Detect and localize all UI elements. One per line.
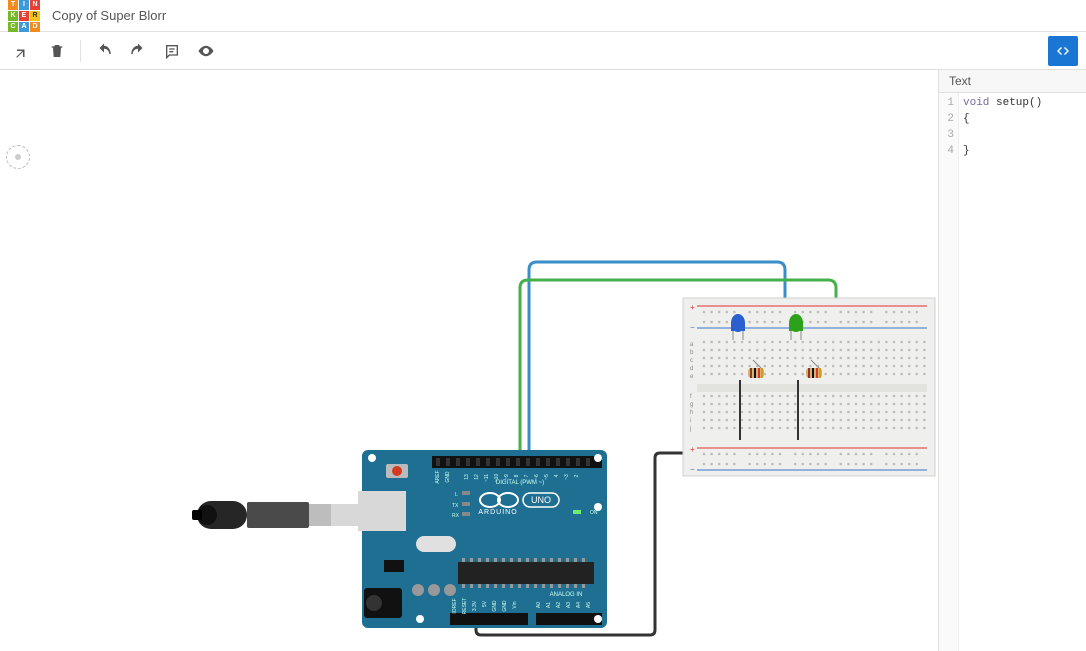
svg-text:g: g	[690, 402, 693, 408]
svg-text:−: −	[690, 323, 695, 332]
zoom-to-fit-button[interactable]	[8, 36, 38, 66]
note-icon	[164, 43, 180, 59]
svg-text:Vin: Vin	[512, 601, 518, 608]
svg-text:~6: ~6	[534, 474, 540, 480]
svg-text:~10: ~10	[494, 474, 500, 483]
svg-text:A2: A2	[556, 602, 562, 608]
divider	[80, 40, 81, 62]
svg-text:~9: ~9	[504, 474, 510, 480]
svg-text:GND: GND	[492, 600, 498, 612]
tinkercad-logo[interactable]: TIN KER CAD	[8, 0, 40, 32]
code-pane: Text 1234 void setup(){ }	[938, 70, 1086, 651]
svg-text:12: 12	[474, 474, 480, 480]
svg-text:A5: A5	[586, 602, 592, 608]
svg-text:c: c	[690, 358, 693, 364]
arduino-board[interactable]: DIGITAL (PWM ~) GND AREF 13 12 ~11 ~10 ~…	[358, 450, 607, 628]
eye-icon	[197, 42, 215, 60]
svg-text:ANALOG IN: ANALOG IN	[550, 592, 583, 598]
main-area: DIGITAL (PWM ~) GND AREF 13 12 ~11 ~10 ~…	[0, 70, 1086, 651]
code-pane-header[interactable]: Text	[939, 70, 1086, 93]
svg-text:UNO: UNO	[531, 495, 551, 505]
svg-text:−: −	[690, 465, 695, 474]
svg-text:i: i	[690, 418, 691, 424]
svg-text:RESET: RESET	[462, 598, 468, 615]
svg-text:j: j	[689, 426, 691, 432]
svg-text:d: d	[690, 366, 693, 372]
usb-cable[interactable]	[192, 501, 361, 529]
view-toggle-button[interactable]	[191, 36, 221, 66]
svg-text:ARDUINO: ARDUINO	[478, 509, 517, 516]
svg-text:A3: A3	[566, 602, 572, 608]
zoom-icon	[14, 42, 32, 60]
svg-text:5V: 5V	[482, 600, 488, 607]
svg-text:TX: TX	[452, 503, 459, 509]
top-bar: TIN KER CAD Copy of Super Blorr	[0, 0, 1086, 32]
toolbar	[0, 32, 1086, 70]
trash-icon	[49, 43, 65, 59]
code-toggle-button[interactable]	[1048, 36, 1078, 66]
undo-button[interactable]	[89, 36, 119, 66]
svg-text:~11: ~11	[484, 474, 490, 482]
svg-text:A1: A1	[546, 602, 552, 608]
gutter: 1234	[939, 93, 959, 651]
code-lines[interactable]: void setup(){ }	[959, 93, 1046, 651]
delete-button[interactable]	[42, 36, 72, 66]
circuit-canvas[interactable]: DIGITAL (PWM ~) GND AREF 13 12 ~11 ~10 ~…	[0, 70, 938, 651]
svg-text:GND: GND	[445, 471, 451, 483]
svg-text:~3: ~3	[564, 474, 570, 480]
svg-text:4: 4	[554, 474, 560, 477]
svg-text:+: +	[690, 445, 695, 454]
svg-text:h: h	[690, 410, 693, 416]
svg-text:7: 7	[524, 474, 530, 477]
digital-label: DIGITAL (PWM ~)	[496, 480, 544, 486]
svg-text:2: 2	[574, 474, 580, 477]
redo-button[interactable]	[123, 36, 153, 66]
svg-text:L: L	[455, 492, 458, 498]
svg-text:A0: A0	[536, 602, 542, 608]
svg-text:8: 8	[514, 474, 520, 477]
annotation-button[interactable]	[157, 36, 187, 66]
code-editor[interactable]: 1234 void setup(){ }	[939, 93, 1086, 651]
svg-text:IOREF: IOREF	[452, 598, 458, 613]
svg-text:+: +	[690, 303, 695, 312]
circuit-svg: DIGITAL (PWM ~) GND AREF 13 12 ~11 ~10 ~…	[0, 70, 938, 650]
breadboard[interactable]: + − + − abcde fghij	[683, 298, 935, 476]
svg-text:AREF: AREF	[435, 470, 441, 483]
document-title[interactable]: Copy of Super Blorr	[52, 8, 166, 23]
svg-text:A4: A4	[576, 602, 582, 608]
svg-text:RX: RX	[452, 513, 460, 519]
svg-text:13: 13	[464, 474, 470, 480]
undo-icon	[95, 42, 113, 60]
code-icon	[1055, 43, 1071, 59]
svg-text:GND: GND	[502, 600, 508, 612]
svg-text:~5: ~5	[544, 474, 550, 480]
svg-text:3.3V: 3.3V	[472, 600, 478, 611]
redo-icon	[129, 42, 147, 60]
svg-text:ON: ON	[590, 510, 598, 516]
